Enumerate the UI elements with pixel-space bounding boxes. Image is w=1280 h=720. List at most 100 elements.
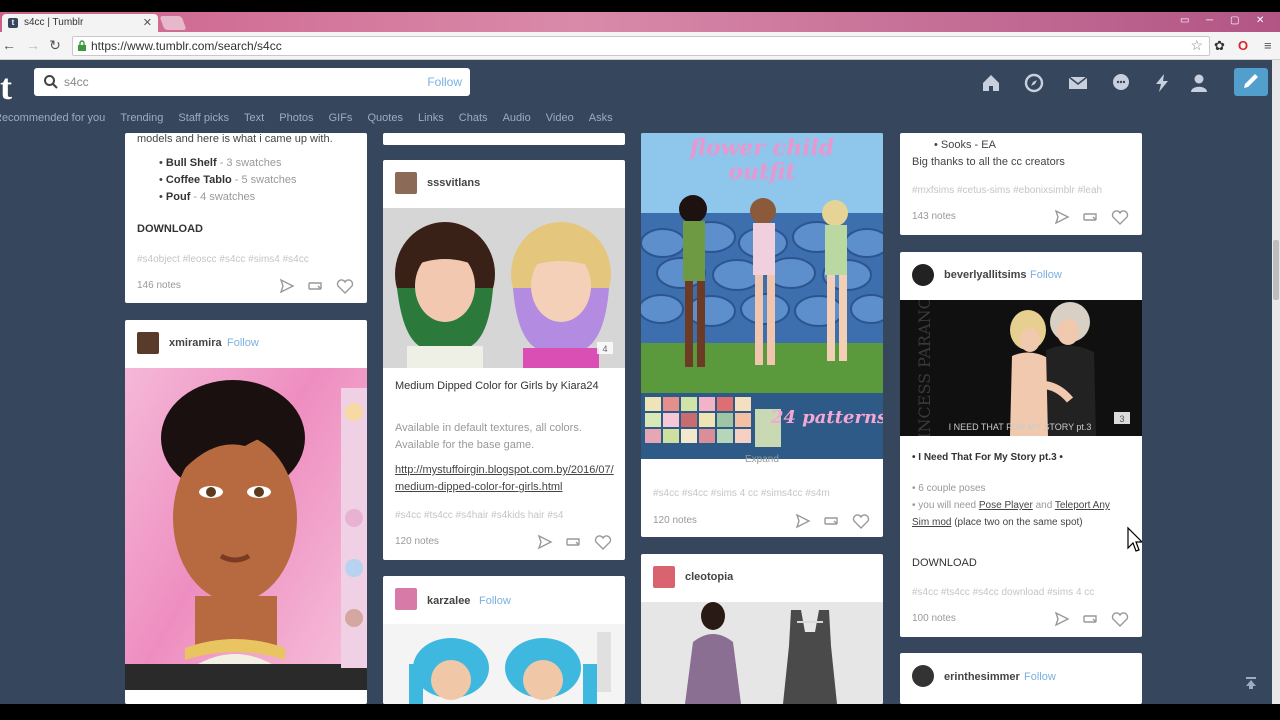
download-text[interactable]: DOWNLOAD xyxy=(912,555,977,572)
follow-button[interactable]: Follow xyxy=(227,337,259,349)
post-card: cleotopia xyxy=(641,554,883,704)
tumblr-logo[interactable]: t xyxy=(0,66,12,108)
download-link[interactable]: http://mystuffoirgin.blogspot.com.by/201… xyxy=(395,462,615,496)
expand-button[interactable]: Expand xyxy=(745,451,779,468)
notes-count[interactable]: 143 notes xyxy=(912,211,956,222)
forward-icon[interactable]: → xyxy=(24,37,42,53)
post-image[interactable] xyxy=(383,624,625,704)
messaging-icon[interactable] xyxy=(1110,72,1132,94)
post-body: Available in default textures, all color… xyxy=(395,422,582,451)
post-image[interactable]: flower child outfit 24 patterns xyxy=(641,133,883,459)
account-icon[interactable] xyxy=(1188,72,1210,94)
scroll-to-top-icon[interactable] xyxy=(1244,676,1258,690)
filter-text[interactable]: Text xyxy=(244,112,264,124)
reload-icon[interactable]: ↻ xyxy=(46,37,64,54)
avatar[interactable] xyxy=(912,264,934,286)
follow-button[interactable]: Follow xyxy=(1024,671,1056,683)
bookmark-star-icon[interactable]: ☆ xyxy=(1190,37,1203,54)
post-tags[interactable]: #s4cc #ts4cc #s4hair #s4kids hair #s4 xyxy=(395,510,605,521)
filter-links[interactable]: Links xyxy=(418,112,444,124)
close-tab-icon[interactable]: ✕ xyxy=(143,16,152,29)
menu-icon[interactable]: ≡ xyxy=(1264,38,1272,53)
post-card: erinthesimmer Follow xyxy=(900,653,1142,704)
avatar[interactable] xyxy=(395,588,417,610)
filter-chats[interactable]: Chats xyxy=(459,112,488,124)
username[interactable]: xmiramira xyxy=(169,337,222,349)
scrollbar-thumb[interactable] xyxy=(1273,240,1279,300)
reblog-icon[interactable] xyxy=(308,282,322,290)
maximize-icon[interactable]: ▢ xyxy=(1230,15,1239,26)
post-image[interactable] xyxy=(125,368,367,690)
opera-icon[interactable]: O xyxy=(1238,38,1248,53)
filter-asks[interactable]: Asks xyxy=(589,112,613,124)
reblog-icon[interactable] xyxy=(824,517,838,525)
compose-button[interactable] xyxy=(1234,68,1268,96)
share-icon[interactable] xyxy=(279,278,295,294)
follow-button[interactable]: Follow xyxy=(479,595,511,607)
extension-icon[interactable]: ✿ xyxy=(1214,38,1225,54)
browser-tab[interactable]: t s4cc | Tumblr ✕ xyxy=(2,14,158,32)
post-image[interactable]: 4 xyxy=(383,208,625,368)
notes-count[interactable]: 120 notes xyxy=(653,515,697,526)
search-box[interactable]: s4cc Follow xyxy=(34,68,470,96)
share-icon[interactable] xyxy=(1054,611,1070,627)
like-icon[interactable] xyxy=(1111,612,1129,627)
share-icon[interactable] xyxy=(795,513,811,529)
share-icon[interactable] xyxy=(537,534,553,550)
username[interactable]: cleotopia xyxy=(685,571,733,583)
filter-gifs[interactable]: GIFs xyxy=(329,112,353,124)
notes-count[interactable]: 100 notes xyxy=(912,613,956,624)
notes-count[interactable]: 146 notes xyxy=(137,280,181,291)
like-icon[interactable] xyxy=(1111,210,1129,225)
scrollbar[interactable] xyxy=(1272,60,1280,720)
avatar[interactable] xyxy=(653,566,675,588)
post-tags[interactable]: #mxfsims #cetus-sims #ebonixsimblr #leah xyxy=(912,185,1136,196)
post-tags[interactable]: #s4cc #s4cc #sims 4 cc #sims4cc #s4m xyxy=(653,488,875,499)
avatar[interactable] xyxy=(912,665,934,687)
download-text[interactable]: DOWNLOAD xyxy=(137,221,203,238)
filter-audio[interactable]: Audio xyxy=(503,112,531,124)
explore-icon[interactable] xyxy=(1023,72,1045,94)
filter-recommended[interactable]: Recommended for you xyxy=(0,112,105,124)
new-tab-button[interactable] xyxy=(159,16,187,30)
like-icon[interactable] xyxy=(336,279,354,294)
filter-quotes[interactable]: Quotes xyxy=(368,112,403,124)
mouse-cursor-icon xyxy=(1127,526,1142,552)
pose-player-link[interactable]: Pose Player xyxy=(979,500,1033,511)
filter-trending[interactable]: Trending xyxy=(120,112,163,124)
post-image[interactable]: PRINCESS PARANOIA 3 I NEED THAT FOR MY S… xyxy=(900,300,1142,436)
activity-icon[interactable] xyxy=(1151,72,1173,94)
url-text: https://www.tumblr.com/search/s4cc xyxy=(91,39,282,53)
filter-staff-picks[interactable]: Staff picks xyxy=(178,112,229,124)
url-field[interactable]: https://www.tumblr.com/search/s4cc ☆ xyxy=(72,36,1210,56)
back-icon[interactable]: ← xyxy=(0,37,18,53)
post-actions xyxy=(1054,209,1129,225)
user-icon[interactable]: ▭ xyxy=(1180,15,1189,26)
username[interactable]: beverlyallitsims xyxy=(944,269,1027,281)
like-icon[interactable] xyxy=(852,514,870,529)
post-image[interactable] xyxy=(641,602,883,704)
username[interactable]: erinthesimmer xyxy=(944,671,1020,683)
notes-count[interactable]: 120 notes xyxy=(395,536,439,547)
post-card: flower child outfit 24 patterns Expand #… xyxy=(641,133,883,537)
like-icon[interactable] xyxy=(594,535,612,550)
close-window-icon[interactable]: ✕ xyxy=(1256,15,1264,26)
item-name: Bull Shelf xyxy=(165,157,217,169)
username[interactable]: sssvitlans xyxy=(427,177,480,189)
home-icon[interactable] xyxy=(980,72,1002,94)
reblog-icon[interactable] xyxy=(1083,615,1097,623)
post-tags[interactable]: #s4object #leoscc #s4cc #sims4 #s4cc xyxy=(137,254,357,265)
post-tags[interactable]: #s4cc #ts4cc #s4cc download #sims 4 cc xyxy=(912,587,1134,598)
reblog-icon[interactable] xyxy=(1083,213,1097,221)
avatar[interactable] xyxy=(137,332,159,354)
reblog-icon[interactable] xyxy=(566,538,580,546)
follow-button[interactable]: Follow xyxy=(1030,269,1062,281)
follow-search-button[interactable]: Follow xyxy=(427,75,462,89)
inbox-icon[interactable] xyxy=(1067,72,1089,94)
minimize-icon[interactable]: ─ xyxy=(1206,15,1213,26)
share-icon[interactable] xyxy=(1054,209,1070,225)
avatar[interactable] xyxy=(395,172,417,194)
filter-photos[interactable]: Photos xyxy=(279,112,313,124)
filter-video[interactable]: Video xyxy=(546,112,574,124)
username[interactable]: karzalee xyxy=(427,595,470,607)
